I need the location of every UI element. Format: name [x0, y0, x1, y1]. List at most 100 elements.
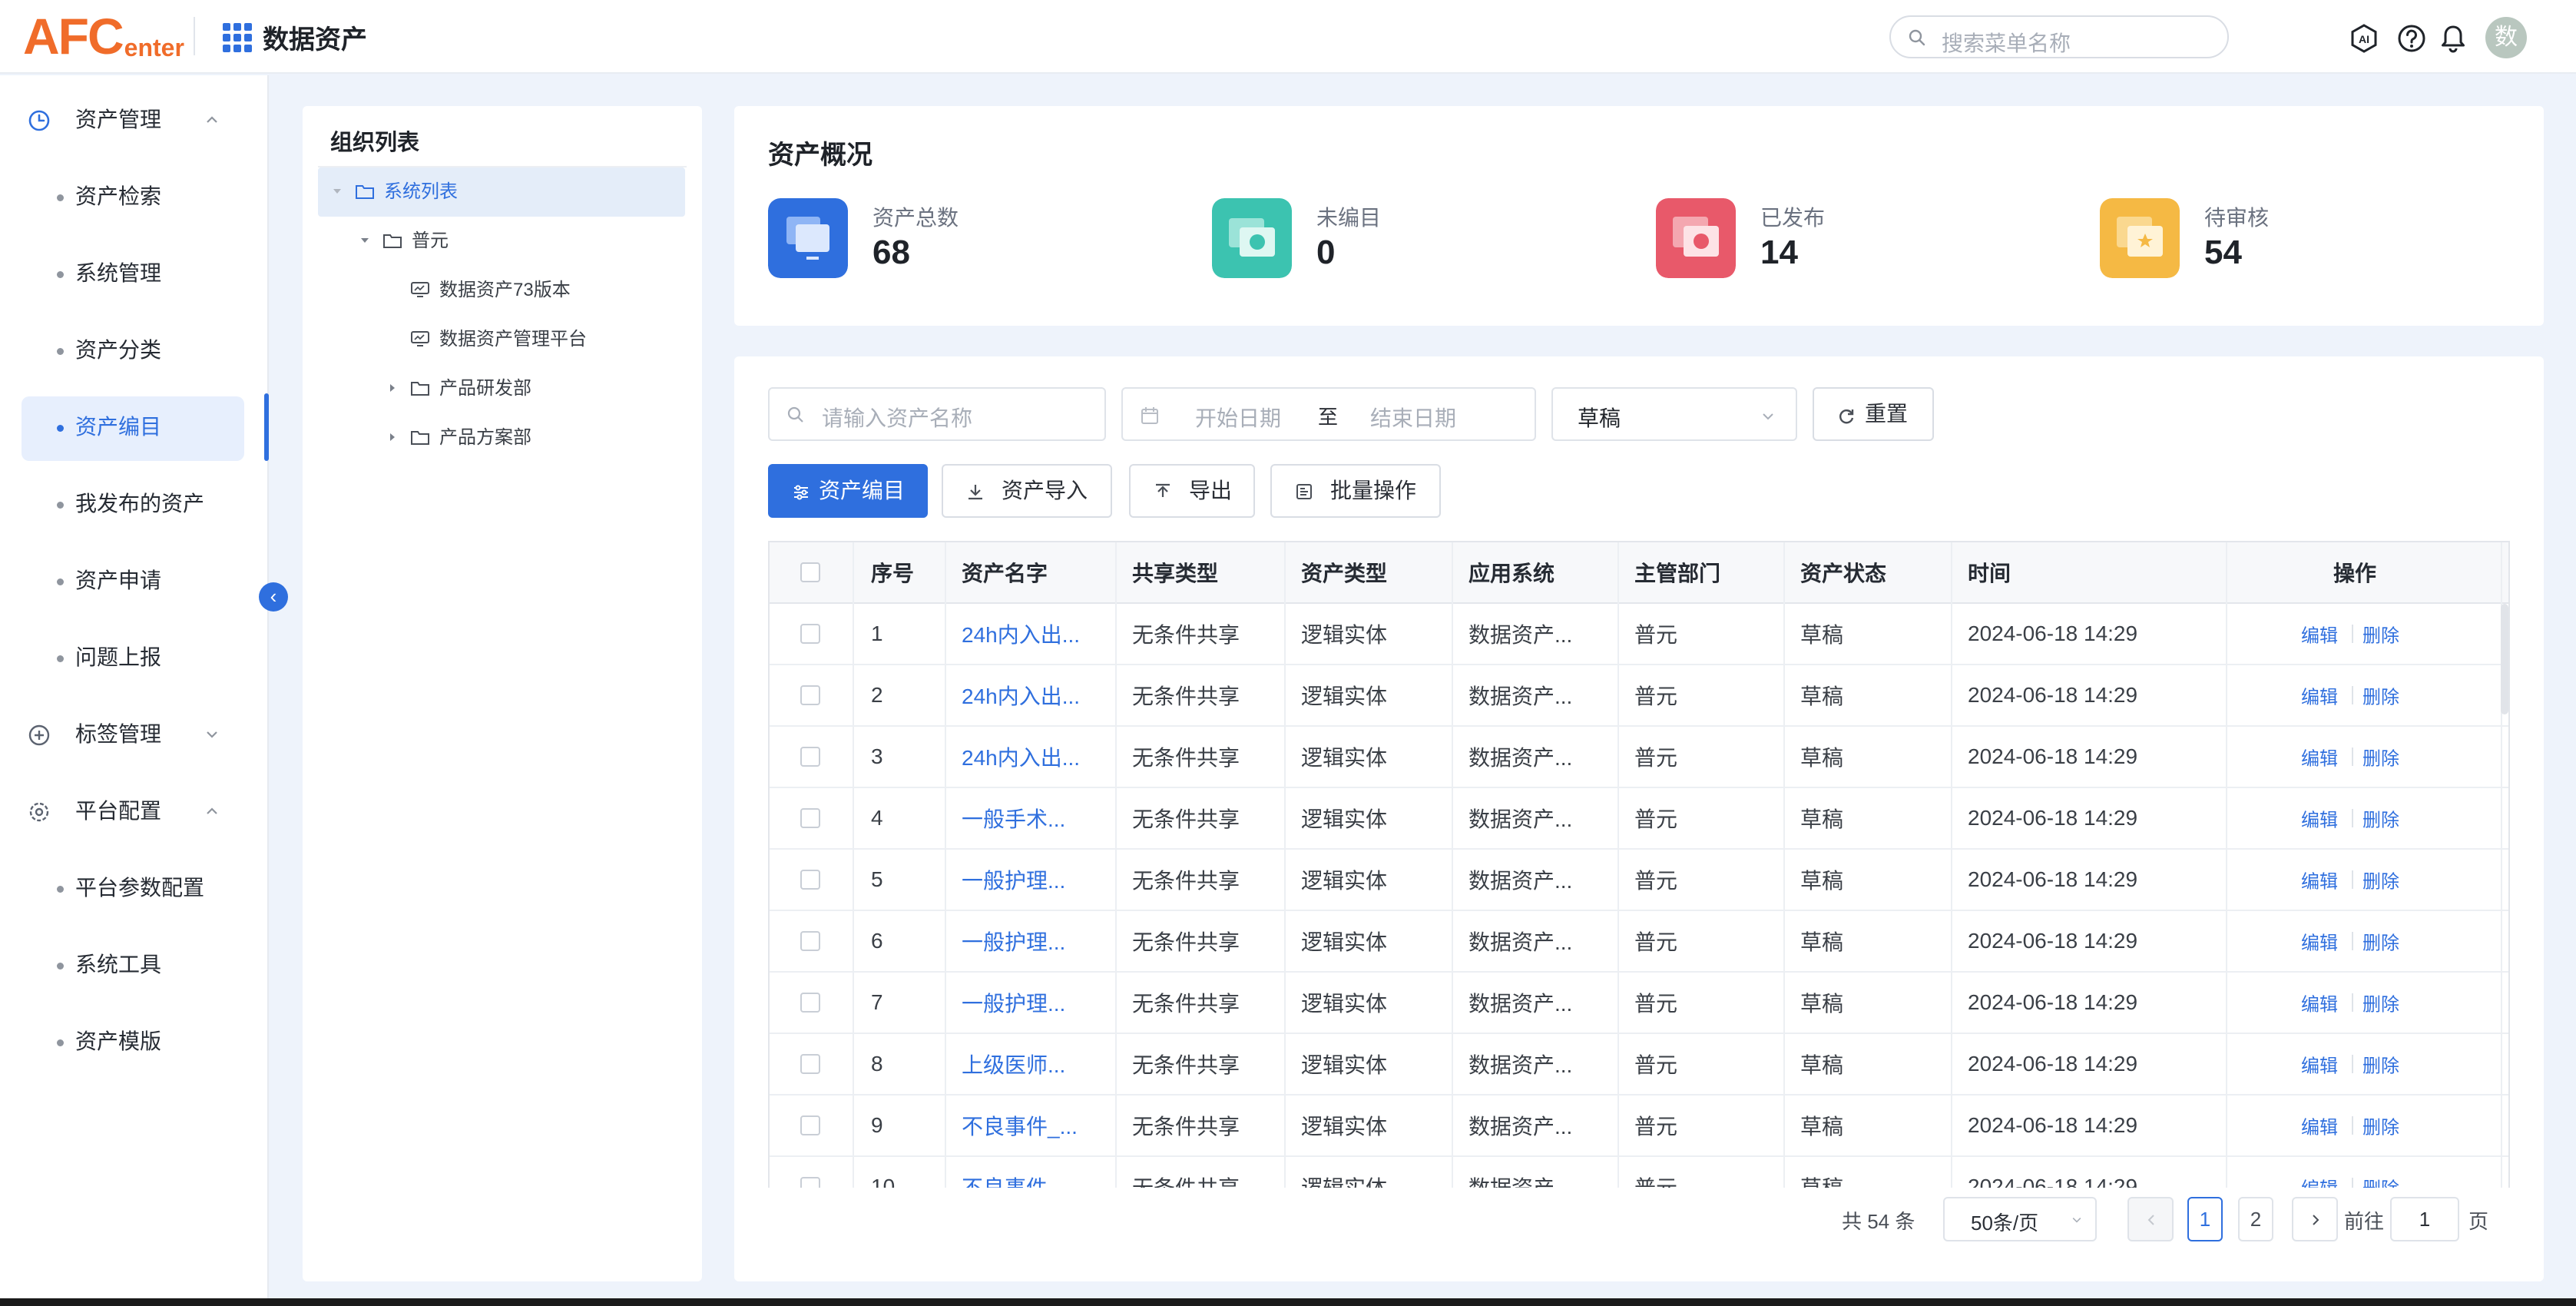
edit-link[interactable]: 编辑	[2301, 805, 2338, 832]
sidebar-group-platform-config[interactable]: 平台配置	[0, 777, 269, 845]
status-select[interactable]: 草稿	[1551, 387, 1797, 441]
column-header[interactable]: 主管部门	[1634, 557, 1720, 588]
row-checkbox[interactable]	[800, 993, 820, 1013]
asset-import-button[interactable]: 资产导入	[942, 464, 1112, 518]
ai-assistant-icon[interactable]: AI	[2349, 23, 2379, 54]
cell-name[interactable]: 不良事件_...	[962, 1110, 1078, 1141]
table-scrollbar[interactable]	[2501, 604, 2508, 714]
edit-link[interactable]: 编辑	[2301, 928, 2338, 955]
row-checkbox[interactable]	[800, 1177, 820, 1188]
delete-link[interactable]: 删除	[2362, 621, 2399, 648]
cell-name[interactable]: 一般护理...	[962, 926, 1065, 956]
search-input[interactable]: 搜索菜单名称	[1942, 27, 2071, 58]
table-row[interactable]: 5 一般护理... 无条件共享 逻辑实体 数据资产... 普元 草稿 2024-06-18 1…	[770, 850, 2508, 911]
table-row[interactable]: 6 一般护理... 无条件共享 逻辑实体 数据资产... 普元 草稿 2024-06-18 1…	[770, 911, 2508, 973]
delete-link[interactable]: 删除	[2362, 1112, 2399, 1139]
app-grid-icon[interactable]	[223, 23, 252, 52]
user-avatar[interactable]: 数	[2485, 17, 2527, 58]
delete-link[interactable]: 删除	[2362, 867, 2399, 893]
column-header[interactable]: 应用系统	[1468, 557, 1555, 588]
delete-link[interactable]: 删除	[2362, 682, 2399, 709]
table-row[interactable]: 3 24h内入出... 无条件共享 逻辑实体 数据资产... 普元 草稿 2024-06-18…	[770, 727, 2508, 788]
tree-node-asset-v73[interactable]: 数据资产73版本	[318, 266, 685, 315]
sidebar-item-system-management[interactable]: 系统管理	[0, 240, 269, 307]
sidebar-item-asset-request[interactable]: 资产申请	[0, 547, 269, 615]
prev-page-button[interactable]	[2127, 1197, 2174, 1241]
table-row[interactable]: 2 24h内入出... 无条件共享 逻辑实体 数据资产... 普元 草稿 2024-06-18…	[770, 665, 2508, 727]
next-page-button[interactable]	[2292, 1197, 2338, 1241]
delete-link[interactable]: 删除	[2362, 1051, 2399, 1078]
tree-node-puyuan[interactable]: 普元	[318, 217, 685, 266]
sidebar-item-issue-report[interactable]: 问题上报	[0, 624, 269, 691]
row-checkbox[interactable]	[800, 624, 820, 644]
end-date[interactable]: 结束日期	[1370, 402, 1456, 433]
table-row[interactable]: 10 不良事件... 无条件共享 逻辑实体 数据资产... 普元 草稿 2024-06-18 …	[770, 1157, 2508, 1188]
delete-link[interactable]: 删除	[2362, 1174, 2399, 1188]
cell-name[interactable]: 24h内入出...	[962, 618, 1080, 649]
column-header[interactable]: 资产名字	[962, 557, 1048, 588]
row-checkbox[interactable]	[800, 870, 820, 890]
sidebar-item-asset-catalog[interactable]: 资产编目	[0, 393, 269, 461]
row-checkbox[interactable]	[800, 685, 820, 705]
sidebar-item-asset-classification[interactable]: 资产分类	[0, 317, 269, 384]
page-1-button[interactable]: 1	[2187, 1197, 2223, 1241]
tree-node-product-rd[interactable]: 产品研发部	[318, 364, 685, 413]
edit-link[interactable]: 编辑	[2301, 867, 2338, 893]
cell-name[interactable]: 24h内入出...	[962, 741, 1080, 772]
edit-link[interactable]: 编辑	[2301, 1174, 2338, 1188]
delete-link[interactable]: 删除	[2362, 928, 2399, 955]
table-row[interactable]: 1 24h内入出... 无条件共享 逻辑实体 数据资产... 普元 草稿 2024-06-18…	[770, 604, 2508, 665]
bell-icon[interactable]	[2438, 23, 2468, 54]
tree-node-system-list[interactable]: 系统列表	[318, 167, 685, 217]
column-header[interactable]: 时间	[1968, 557, 2011, 588]
sidebar-item-asset-search[interactable]: 资产检索	[0, 163, 269, 230]
asset-catalog-button[interactable]: 资产编目	[768, 464, 928, 518]
select-all-checkbox[interactable]	[800, 562, 820, 582]
column-header[interactable]: 资产类型	[1301, 557, 1387, 588]
menu-search[interactable]: 搜索菜单名称	[1889, 15, 2229, 58]
cell-name[interactable]: 上级医师...	[962, 1049, 1065, 1079]
sidebar-group-tag-management[interactable]: 标签管理	[0, 701, 269, 768]
table-row[interactable]: 8 上级医师... 无条件共享 逻辑实体 数据资产... 普元 草稿 2024-06-18 1…	[770, 1034, 2508, 1096]
collapse-sidebar-button[interactable]: ‹	[259, 582, 288, 612]
column-header[interactable]: 共享类型	[1132, 557, 1218, 588]
sidebar-group-asset-management[interactable]: 资产管理	[0, 86, 269, 154]
table-row[interactable]: 9 不良事件_... 无条件共享 逻辑实体 数据资产... 普元 草稿 2024-06-18 …	[770, 1096, 2508, 1157]
sidebar-item-system-tools[interactable]: 系统工具	[0, 931, 269, 999]
column-header[interactable]: 序号	[871, 557, 914, 588]
row-checkbox[interactable]	[800, 808, 820, 828]
cell-name[interactable]: 一般手术...	[962, 803, 1065, 834]
row-checkbox[interactable]	[800, 931, 820, 951]
delete-link[interactable]: 删除	[2362, 744, 2399, 771]
goto-page-input[interactable]: 1	[2390, 1197, 2459, 1241]
edit-link[interactable]: 编辑	[2301, 744, 2338, 771]
page-2-button[interactable]: 2	[2238, 1197, 2273, 1241]
batch-operation-button[interactable]: 批量操作	[1270, 464, 1441, 518]
row-checkbox[interactable]	[800, 1115, 820, 1135]
row-checkbox[interactable]	[800, 1054, 820, 1074]
column-header[interactable]: 资产状态	[1800, 557, 1886, 588]
tree-node-product-solution[interactable]: 产品方案部	[318, 413, 685, 462]
sidebar-item-asset-template[interactable]: 资产模版	[0, 1008, 269, 1076]
row-checkbox[interactable]	[800, 747, 820, 767]
page-size-select[interactable]: 50条/页	[1943, 1197, 2097, 1241]
cell-name[interactable]: 不良事件...	[962, 1172, 1065, 1188]
edit-link[interactable]: 编辑	[2301, 682, 2338, 709]
start-date[interactable]: 开始日期	[1195, 402, 1281, 433]
date-range-picker[interactable]: 开始日期 至 结束日期	[1121, 387, 1536, 441]
sidebar-item-platform-params[interactable]: 平台参数配置	[0, 854, 269, 922]
cell-name[interactable]: 24h内入出...	[962, 680, 1080, 711]
cell-name[interactable]: 一般护理...	[962, 987, 1065, 1018]
export-button[interactable]: 导出	[1129, 464, 1255, 518]
delete-link[interactable]: 删除	[2362, 805, 2399, 832]
cell-name[interactable]: 一般护理...	[962, 864, 1065, 895]
edit-link[interactable]: 编辑	[2301, 1051, 2338, 1078]
table-row[interactable]: 7 一般护理... 无条件共享 逻辑实体 数据资产... 普元 草稿 2024-06-18 1…	[770, 973, 2508, 1034]
logo[interactable]: AFC enter	[23, 8, 184, 61]
edit-link[interactable]: 编辑	[2301, 1112, 2338, 1139]
table-row[interactable]: 4 一般手术... 无条件共享 逻辑实体 数据资产... 普元 草稿 2024-06-18 1…	[770, 788, 2508, 850]
tree-node-asset-platform[interactable]: 数据资产管理平台	[318, 315, 685, 364]
asset-name-input[interactable]: 请输入资产名称	[768, 387, 1106, 441]
sidebar-item-my-published-assets[interactable]: 我发布的资产	[0, 470, 269, 538]
delete-link[interactable]: 删除	[2362, 989, 2399, 1016]
